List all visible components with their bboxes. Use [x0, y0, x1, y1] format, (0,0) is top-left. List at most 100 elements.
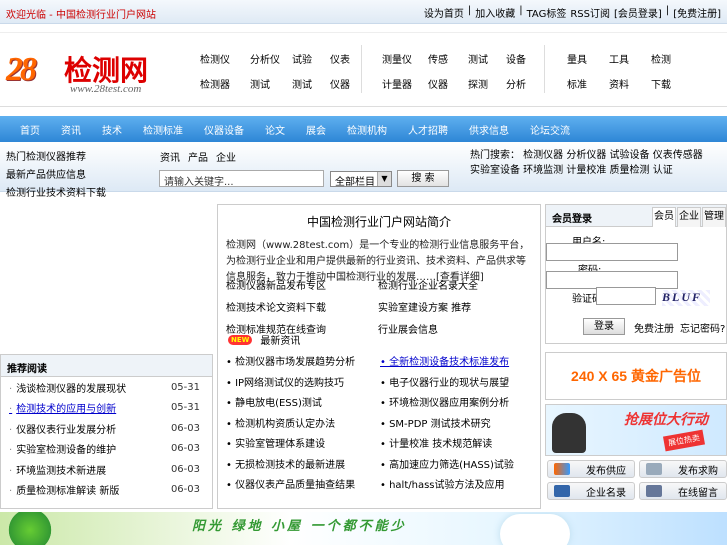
category-link[interactable]: 测量仪: [382, 51, 428, 66]
ad-banner-booth[interactable]: 抢展位大行动 展位热卖: [545, 404, 727, 456]
list-item-title[interactable]: · 环境监测技术新进展: [9, 462, 106, 477]
nav-item-standards[interactable]: 检测标准: [143, 122, 183, 137]
news-item[interactable]: • 无损检测技术的最新进展: [226, 456, 380, 471]
hot-link[interactable]: 检测行业技术资料下载: [6, 184, 106, 199]
search-tab-news[interactable]: 资讯: [160, 149, 180, 164]
news-item[interactable]: • 电子仪器行业的现状与展望: [380, 374, 534, 389]
news-item[interactable]: • 静电放电(ESS)测试: [226, 394, 380, 409]
captcha-input[interactable]: [596, 287, 656, 305]
list-item[interactable]: · 实验室检测设备的维护 06-03: [1, 439, 212, 460]
category-link[interactable]: 仪表: [330, 51, 370, 66]
category-link[interactable]: 检测器: [200, 76, 250, 91]
list-item[interactable]: · 仪器仪表行业发展分析 06-03: [1, 418, 212, 439]
purchase-icon: [646, 463, 662, 475]
list-item-title[interactable]: · 质量检测标准解读 新版: [9, 482, 119, 497]
category-link[interactable]: 标准: [567, 76, 609, 91]
nav-item-exhibitions[interactable]: 展会: [306, 122, 326, 137]
nav-item-news[interactable]: 资讯: [61, 122, 81, 137]
intro-link[interactable]: 检测行业企业名录大全: [378, 277, 530, 292]
username-input[interactable]: [546, 243, 678, 261]
intro-link[interactable]: 实验室建设方案 推荐: [378, 299, 530, 314]
register-link[interactable]: [免费注册]: [673, 5, 721, 20]
category-link[interactable]: 检测仪: [200, 51, 250, 66]
hot-search-words[interactable]: 热门搜索： 检测仪器 分析仪器 试验设备 仪表传感器 实验室设备 环境监测 计量…: [470, 148, 710, 178]
category-link[interactable]: 仪器: [330, 76, 370, 91]
news-item[interactable]: • halt/hass试验方法及应用: [380, 476, 534, 491]
login-button[interactable]: 登录: [583, 318, 625, 335]
category-link[interactable]: 下载: [651, 76, 691, 91]
list-item-title[interactable]: · 检测技术的应用与创新: [9, 400, 116, 415]
login-tab-member[interactable]: 会员: [652, 207, 676, 227]
news-item[interactable]: • 仪器仪表产品质量抽查结果: [226, 476, 380, 491]
search-tab-companies[interactable]: 企业: [216, 149, 236, 164]
category-link[interactable]: 设备: [506, 51, 546, 66]
chevron-down-icon: ▼: [377, 172, 391, 186]
list-item-title[interactable]: · 实验室检测设备的维护: [9, 441, 116, 456]
news-item[interactable]: • IP网络测试仪的选购技巧: [226, 374, 380, 389]
quick-button-directory[interactable]: 企业名录: [547, 482, 635, 500]
nav-item-forum[interactable]: 论坛交流: [530, 122, 570, 137]
search-button[interactable]: 搜 索: [397, 170, 449, 187]
set-homepage-link[interactable]: 设为首页: [424, 5, 464, 20]
list-item[interactable]: · 质量检测标准解读 新版 06-03: [1, 480, 212, 501]
login-tab-company[interactable]: 企业: [677, 207, 701, 227]
category-link[interactable]: 测试: [468, 51, 506, 66]
add-favorite-link[interactable]: 加入收藏: [475, 5, 515, 20]
quick-button-message[interactable]: 在线留言: [639, 482, 727, 500]
category-link[interactable]: 计量器: [382, 76, 428, 91]
category-link[interactable]: 试验: [292, 51, 330, 66]
ad-banner-gold[interactable]: 240 X 65 黄金广告位: [545, 352, 727, 400]
category-link[interactable]: 测试: [292, 76, 330, 91]
news-item[interactable]: • 环境检测仪器应用案例分析: [380, 394, 534, 409]
list-item[interactable]: · 浅谈检测仪器的发展现状 05-31: [1, 377, 212, 398]
rss-link[interactable]: RSS订阅: [570, 5, 610, 20]
site-logo[interactable]: 28 检测网 www.28test.com: [6, 47, 174, 95]
news-item[interactable]: • 检测仪器市场发展趋势分析: [226, 353, 380, 368]
news-item[interactable]: • 实验室管理体系建设: [226, 435, 380, 450]
intro-link[interactable]: 检测仪器新品发布专区: [226, 277, 378, 292]
nav-item-tech[interactable]: 技术: [102, 122, 122, 137]
search-input[interactable]: 请输入关键字...: [159, 170, 324, 188]
list-item[interactable]: · 环境监测技术新进展 06-03: [1, 459, 212, 480]
category-link[interactable]: 检测: [651, 51, 691, 66]
intro-link[interactable]: 检测技术论文资料下载: [226, 299, 378, 314]
login-tab-admin[interactable]: 管理: [702, 207, 726, 227]
news-item[interactable]: • 高加速应力筛选(HASS)试验: [380, 456, 534, 471]
nav-item-papers[interactable]: 论文: [265, 122, 285, 137]
nav-item-home[interactable]: 首页: [20, 122, 40, 137]
register-link[interactable]: 免费注册: [634, 320, 674, 335]
intro-link[interactable]: 行业展会信息: [378, 321, 530, 336]
member-login-link[interactable]: [会员登录]: [614, 5, 662, 20]
quick-button-supply[interactable]: 发布供应: [547, 460, 635, 478]
nav-item-jobs[interactable]: 人才招聘: [408, 122, 448, 137]
category-link[interactable]: 分析: [506, 76, 546, 91]
quick-button-purchase[interactable]: 发布求购: [639, 460, 727, 478]
nav-item-equipment[interactable]: 仪器设备: [204, 122, 244, 137]
category-link[interactable]: 量具: [567, 51, 609, 66]
news-item[interactable]: • 计量校准 技术规范解读: [380, 435, 534, 450]
news-item[interactable]: • SM-PDP 测试技术研究: [380, 415, 534, 430]
category-link[interactable]: 测试: [250, 76, 292, 91]
search-tab-products[interactable]: 产品: [188, 149, 208, 164]
category-link[interactable]: 传感: [428, 51, 468, 66]
forgot-password-link[interactable]: 忘记密码?: [680, 320, 725, 335]
captcha-image[interactable]: BLUF: [662, 290, 710, 306]
category-link[interactable]: 工具: [609, 51, 651, 66]
news-item[interactable]: • 检测机构资质认定办法: [226, 415, 380, 430]
category-link[interactable]: 仪器: [428, 76, 468, 91]
tag-link[interactable]: TAG标签: [527, 5, 567, 20]
category-link[interactable]: 资料: [609, 76, 651, 91]
bottom-banner[interactable]: 阳光 绿地 小屋 一个都不能少: [0, 512, 727, 545]
search-category-select[interactable]: 全部栏目 ▼: [330, 171, 392, 188]
category-link[interactable]: 分析仪: [250, 51, 292, 66]
hot-link[interactable]: 最新产品供应信息: [6, 166, 106, 181]
list-item-title[interactable]: · 仪器仪表行业发展分析: [9, 421, 116, 436]
news-item[interactable]: • 全新检测设备技术标准发布: [380, 353, 534, 368]
panel-title: 推荐阅读: [1, 355, 212, 377]
list-item-title[interactable]: · 浅谈检测仪器的发展现状: [9, 380, 126, 395]
nav-item-supply[interactable]: 供求信息: [469, 122, 509, 137]
hot-link[interactable]: 热门检测仪器推荐: [6, 148, 106, 163]
category-link[interactable]: 探测: [468, 76, 506, 91]
nav-item-agencies[interactable]: 检测机构: [347, 122, 387, 137]
list-item[interactable]: · 检测技术的应用与创新 05-31: [1, 398, 212, 419]
